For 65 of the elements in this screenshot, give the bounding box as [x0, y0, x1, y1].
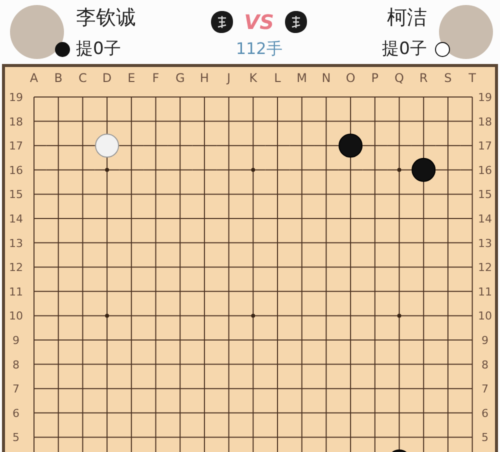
- row-label: 11: [478, 285, 492, 298]
- versus-logo: VS: [244, 8, 274, 34]
- column-label: P: [371, 71, 379, 85]
- row-label: 9: [482, 334, 488, 347]
- column-label: A: [30, 71, 38, 85]
- star-point: [251, 314, 256, 318]
- row-label: 15: [9, 188, 23, 202]
- row-label: 10: [478, 310, 492, 323]
- row-label: 18: [9, 115, 23, 128]
- row-label: 12: [9, 261, 23, 274]
- row-label: 5: [12, 431, 20, 444]
- column-label: T: [468, 71, 476, 85]
- row-label: 16: [478, 164, 492, 177]
- avatar-photo-placeholder: [439, 5, 493, 59]
- column-label: O: [346, 71, 356, 85]
- row-label: 9: [12, 334, 20, 347]
- captures-count: 提0子: [382, 39, 427, 59]
- row-label: 17: [478, 140, 492, 153]
- row-label: 13: [9, 236, 23, 250]
- column-label: H: [200, 71, 209, 85]
- row-label: 18: [478, 115, 492, 128]
- column-label: M: [296, 71, 308, 85]
- row-label: 16: [9, 164, 23, 177]
- row-label: 6: [482, 406, 488, 420]
- row-label: 17: [9, 140, 23, 153]
- column-label: K: [249, 71, 258, 85]
- row-label: 12: [478, 261, 492, 274]
- row-label: 15: [478, 188, 492, 202]
- column-label: F: [152, 71, 160, 85]
- row-label: 14: [9, 212, 23, 226]
- column-label: S: [444, 71, 452, 85]
- row-label: 14: [478, 212, 492, 226]
- star-point: [397, 168, 402, 172]
- column-label: B: [54, 71, 62, 85]
- row-label: 6: [12, 406, 20, 420]
- column-label: Q: [394, 71, 404, 85]
- row-label: 11: [9, 285, 23, 298]
- column-label: E: [128, 71, 136, 85]
- row-label: 5: [482, 431, 488, 444]
- player-name: 柯洁: [387, 5, 427, 29]
- captures-count: 提0子: [76, 39, 121, 59]
- ink-brush-icon: [284, 10, 308, 34]
- star-point: [397, 314, 402, 318]
- player-name: 李钦诚: [76, 5, 136, 29]
- avatar-photo-placeholder: [10, 5, 64, 59]
- column-label: D: [102, 71, 112, 85]
- row-label: 7: [12, 382, 20, 396]
- row-label: 19: [478, 91, 492, 104]
- column-label: L: [274, 71, 281, 85]
- move-count: 112手: [236, 38, 282, 60]
- star-point: [105, 314, 110, 318]
- column-label: G: [175, 71, 185, 85]
- column-label: N: [322, 71, 331, 85]
- column-label: C: [78, 71, 87, 85]
- row-label: 13: [478, 236, 492, 250]
- star-point: [105, 168, 110, 172]
- ink-brush-icon: [210, 10, 234, 34]
- row-label: 19: [9, 91, 23, 104]
- row-label: 10: [9, 310, 23, 323]
- column-label: R: [419, 71, 428, 85]
- row-label: 8: [12, 358, 20, 372]
- star-point: [251, 168, 256, 172]
- row-label: 8: [482, 358, 488, 372]
- column-label: J: [227, 71, 231, 85]
- row-label: 7: [482, 382, 488, 396]
